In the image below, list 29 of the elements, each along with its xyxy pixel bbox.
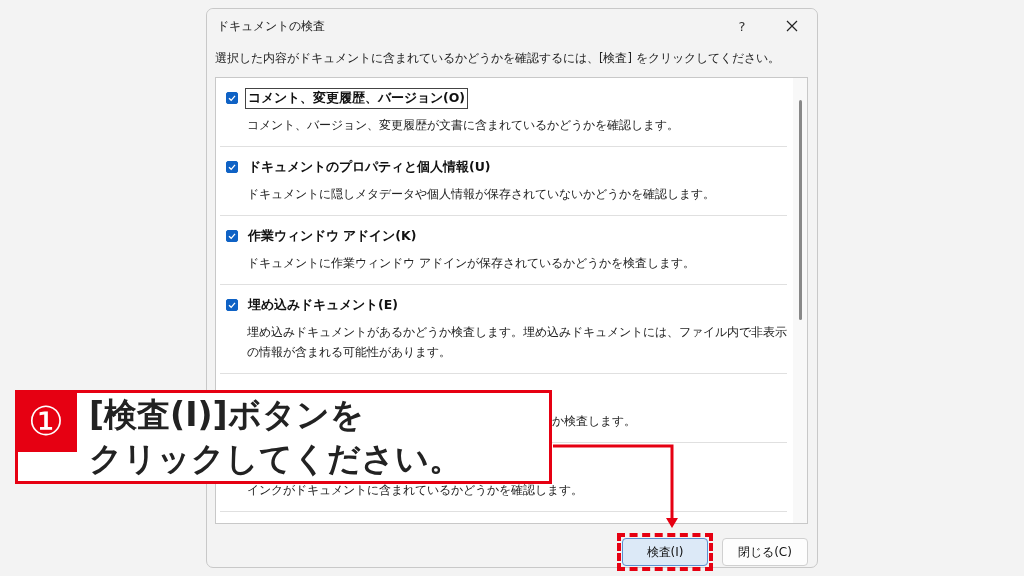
option-label[interactable]: ドキュメントのプロパティと個人情報(U) (245, 156, 494, 178)
inspect-button[interactable]: 検査(I) (622, 538, 708, 566)
option-description: ドキュメントに作業ウィンドウ アドインが保存されているかどうかを検査します。 (247, 256, 695, 270)
option-description: コメント、バージョン、変更履歴が文書に含まれているかどうかを確認します。 (247, 118, 679, 132)
scroll-thumb[interactable] (798, 100, 802, 320)
checkmark-icon (227, 231, 237, 241)
option-description: ドキュメントに隠しメタデータや個人情報が保存されていないかどうかを確認します。 (247, 187, 715, 201)
option-description: か検査します。 (552, 414, 636, 428)
option-label[interactable]: コメント、変更履歴、バージョン(O) (245, 87, 469, 109)
step-number: ① (15, 390, 77, 452)
option-description: 埋め込みドキュメントがあるかどうか検査します。埋め込みドキュメントには、ファイル内で非表示の情報が含まれる可能性があります。 (247, 325, 787, 359)
option-label[interactable]: 埋め込みドキュメント(E) (245, 294, 401, 316)
close-icon[interactable] (785, 19, 799, 33)
checkbox[interactable] (226, 299, 238, 311)
help-button[interactable]: ? (717, 10, 767, 42)
scrollbar[interactable] (793, 78, 807, 523)
window-title: ドキュメントの検査 (217, 17, 325, 35)
checkmark-icon (227, 162, 237, 172)
checkbox[interactable] (226, 230, 238, 242)
checkbox[interactable] (226, 161, 238, 173)
callout-text: [検査(I)]ボタンを (89, 394, 365, 436)
checkmark-icon (227, 300, 237, 310)
option-description: インクがドキュメントに含まれているかどうかを確認します。 (247, 483, 583, 497)
checkbox[interactable] (226, 92, 238, 104)
callout-text: クリックしてください。 (89, 438, 462, 480)
checkmark-icon (227, 93, 237, 103)
instruction-text: 選択した内容がドキュメントに含まれているかどうかを確認するには、[検査] をクリックしてください。 (214, 50, 781, 67)
close-button[interactable]: 閉じる(C) (722, 538, 808, 566)
option-label[interactable]: 作業ウィンドウ アドイン(K) (245, 225, 420, 247)
